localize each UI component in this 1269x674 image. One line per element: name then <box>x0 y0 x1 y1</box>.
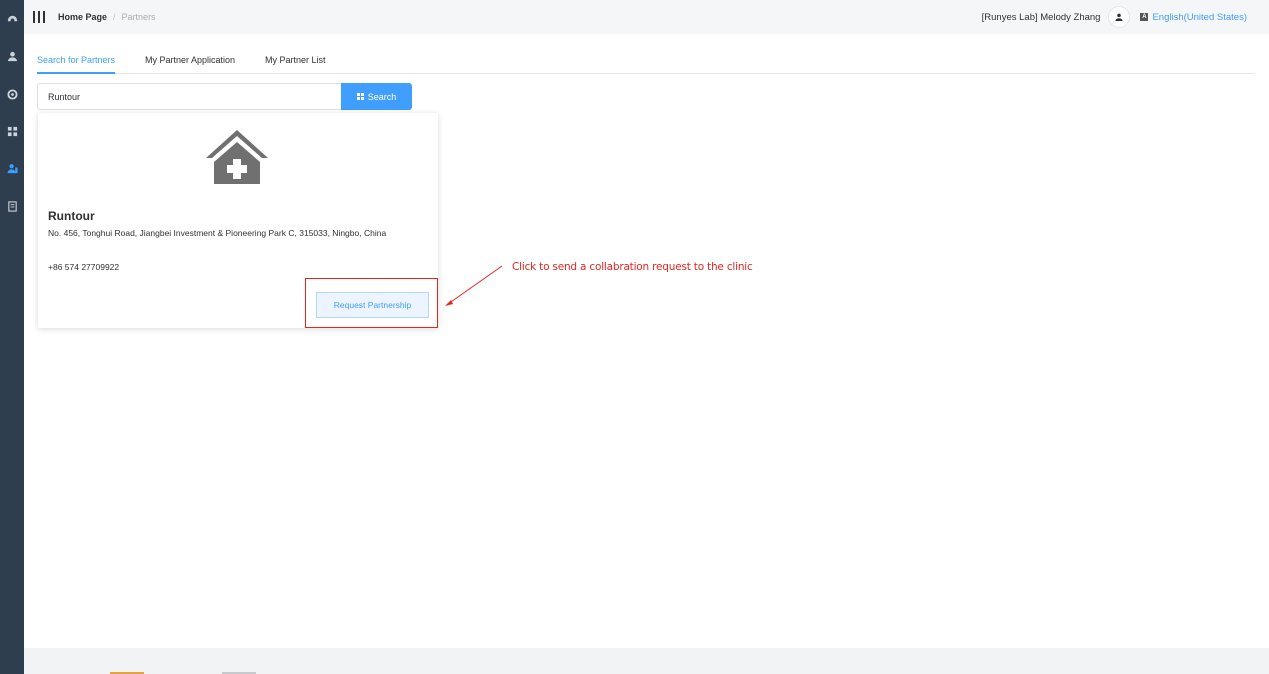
partners-icon[interactable] <box>0 158 24 178</box>
partner-card: Runtour No. 456, Tonghui Road, Jiangbei … <box>38 113 438 328</box>
breadcrumb: Home Page / Partners <box>58 12 156 22</box>
partner-address: No. 456, Tonghui Road, Jiangbei Investme… <box>48 228 387 238</box>
user-area: [Runyes Lab] Melody Zhang A English(Unit… <box>982 6 1247 28</box>
user-icon[interactable] <box>0 46 24 66</box>
breadcrumb-home[interactable]: Home Page <box>58 12 107 22</box>
user-icon <box>1115 13 1124 21</box>
partner-name: Runtour <box>48 209 95 223</box>
clinic-house-icon <box>206 130 268 184</box>
search-input[interactable] <box>37 83 341 110</box>
topbar: Home Page / Partners [Runyes Lab] Melody… <box>24 0 1269 34</box>
tab-my-partner-list[interactable]: My Partner List <box>265 55 326 72</box>
search-button[interactable]: Search <box>341 83 412 110</box>
annotation-arrow <box>445 265 503 306</box>
dashboard-icon[interactable] <box>0 8 24 28</box>
tab-bar: Search for Partners My Partner Applicati… <box>37 48 1255 74</box>
username: [Runyes Lab] Melody Zhang <box>981 11 1101 23</box>
apps-icon[interactable] <box>0 121 24 141</box>
search-grid-icon <box>356 93 364 100</box>
language-label: English(United States) <box>1152 11 1247 23</box>
avatar[interactable] <box>1108 6 1131 28</box>
search-button-label: Search <box>367 91 397 102</box>
tab-my-partner-application[interactable]: My Partner Application <box>145 55 235 72</box>
document-icon[interactable] <box>0 196 24 216</box>
footer-band <box>24 648 1269 674</box>
settings-icon[interactable] <box>0 84 24 104</box>
language-icon: A <box>1140 13 1149 21</box>
breadcrumb-separator: / <box>113 12 116 22</box>
sidebar <box>0 0 24 674</box>
breadcrumb-current: Partners <box>121 12 156 22</box>
menu-toggle-icon[interactable] <box>33 11 45 23</box>
partner-phone: +86 574 27709922 <box>48 262 120 272</box>
annotation-text: Click to send a collabration request to … <box>512 261 753 273</box>
request-partnership-button[interactable]: Request Partnership <box>316 292 429 318</box>
tab-search-for-partners[interactable]: Search for Partners <box>37 55 116 74</box>
language-selector[interactable]: A English(United States) <box>1140 12 1247 23</box>
